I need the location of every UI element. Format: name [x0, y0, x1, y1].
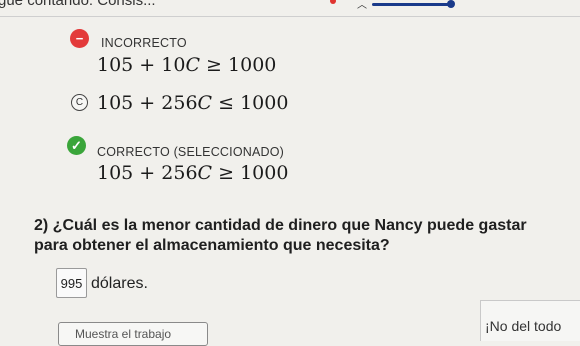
notification-dot [330, 0, 336, 4]
expr-lhs: 105 + 10 [97, 54, 186, 76]
expr-var: C [197, 92, 213, 114]
minus-icon: − [70, 29, 89, 48]
answer-unit-label: dólares. [91, 275, 148, 292]
option-c-badge[interactable]: C [71, 94, 88, 111]
expr-var: C [197, 162, 213, 184]
expr-op: ≥ [206, 54, 222, 76]
expr-var: C [185, 54, 200, 76]
expr-op: ≥ [218, 162, 235, 184]
question-text: 2) ¿Cuál es la menor cantidad de dinero … [34, 217, 527, 254]
selected-option-expression[interactable]: 105 + 256C ≥ 1000 [97, 162, 288, 184]
expr-rhs: 1000 [240, 162, 289, 184]
progress-bar [372, 3, 452, 6]
divider [0, 16, 580, 17]
option-letter: C [75, 97, 84, 108]
option-a-expression[interactable]: 105 + 10C ≥ 1000 [97, 54, 276, 76]
expr-rhs: 1000 [228, 54, 277, 76]
answer-value: 995 [60, 275, 83, 291]
option-c-expression[interactable]: 105 + 256C ≤ 1000 [97, 92, 288, 114]
previous-question-text: gue contando: Consis... [0, 0, 156, 9]
expr-rhs: 1000 [240, 92, 289, 114]
expr-op: ≤ [218, 92, 235, 114]
expr-lhs: 105 + 256 [97, 162, 198, 184]
show-work-button[interactable]: Muestra el trabajo [58, 322, 208, 346]
progress-knob[interactable] [447, 0, 455, 8]
expr-lhs: 105 + 256 [97, 92, 198, 114]
top-bar: gue contando: Consis... ︿ [0, 0, 580, 14]
show-work-label: Muestra el trabajo [75, 327, 172, 341]
not-quite-button[interactable]: ¡No del todo [480, 300, 580, 341]
chevron-up-icon[interactable]: ︿ [357, 0, 367, 11]
answer-input[interactable]: 995 [56, 268, 87, 298]
not-quite-label: ¡No del todo [485, 318, 562, 334]
correct-selected-label: CORRECTO (SELECCIONADO) [97, 145, 285, 159]
incorrect-label: INCORRECTO [101, 36, 187, 50]
check-icon: ✓ [67, 136, 86, 155]
